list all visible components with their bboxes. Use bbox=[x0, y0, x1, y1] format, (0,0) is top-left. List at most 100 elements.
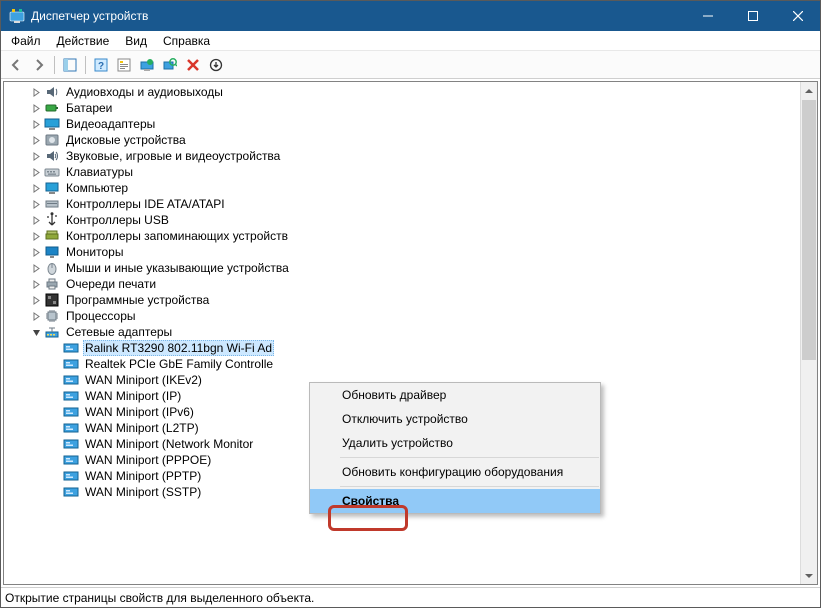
close-button[interactable] bbox=[775, 1, 820, 31]
adapter-icon bbox=[63, 404, 79, 420]
adapter-icon bbox=[63, 420, 79, 436]
tree-category-15[interactable]: Сетевые адаптеры bbox=[4, 324, 800, 340]
expander-collapsed-icon[interactable] bbox=[29, 132, 44, 148]
tree-item-label: Мыши и иные указывающие устройства bbox=[64, 261, 291, 275]
menu-action[interactable]: Действие bbox=[49, 32, 118, 50]
expander-collapsed-icon[interactable] bbox=[29, 148, 44, 164]
tree-category-6[interactable]: Компьютер bbox=[4, 180, 800, 196]
audio-icon bbox=[44, 84, 60, 100]
tree-category-10[interactable]: Мониторы bbox=[4, 244, 800, 260]
tree-category-7[interactable]: Контроллеры IDE ATA/ATAPI bbox=[4, 196, 800, 212]
expander-collapsed-icon[interactable] bbox=[29, 308, 44, 324]
menubar: Файл Действие Вид Справка bbox=[1, 31, 820, 51]
tree-category-4[interactable]: Звуковые, игровые и видеоустройства bbox=[4, 148, 800, 164]
context-menu-item-1[interactable]: Отключить устройство bbox=[310, 407, 600, 431]
toolbar-properties[interactable] bbox=[113, 54, 135, 76]
context-menu-label: Обновить конфигурацию оборудования bbox=[342, 465, 563, 479]
expander-collapsed-icon[interactable] bbox=[29, 84, 44, 100]
tree-category-8[interactable]: Контроллеры USB bbox=[4, 212, 800, 228]
toolbar-scan[interactable] bbox=[159, 54, 181, 76]
keyboard-icon bbox=[44, 164, 60, 180]
expander-none bbox=[48, 340, 63, 356]
adapter-icon bbox=[63, 372, 79, 388]
tree-category-9[interactable]: Контроллеры запоминающих устройств bbox=[4, 228, 800, 244]
monitor-icon bbox=[44, 244, 60, 260]
vertical-scrollbar[interactable] bbox=[800, 82, 817, 584]
software-icon bbox=[44, 292, 60, 308]
toolbar-enable[interactable] bbox=[205, 54, 227, 76]
expander-none bbox=[48, 468, 63, 484]
tree-category-11[interactable]: Мыши и иные указывающие устройства bbox=[4, 260, 800, 276]
context-menu-item-0[interactable]: Обновить драйвер bbox=[310, 383, 600, 407]
tree-item-label: WAN Miniport (L2TP) bbox=[83, 421, 201, 435]
expander-none bbox=[48, 356, 63, 372]
maximize-button[interactable] bbox=[730, 1, 775, 31]
expander-none bbox=[48, 452, 63, 468]
display-adapter-icon bbox=[44, 116, 60, 132]
context-menu-item-4[interactable]: Обновить конфигурацию оборудования bbox=[310, 460, 600, 484]
tree-category-12[interactable]: Очереди печати bbox=[4, 276, 800, 292]
tree-category-0[interactable]: Аудиовходы и аудиовыходы bbox=[4, 84, 800, 100]
expander-collapsed-icon[interactable] bbox=[29, 244, 44, 260]
expander-collapsed-icon[interactable] bbox=[29, 260, 44, 276]
context-menu-label: Обновить драйвер bbox=[342, 388, 446, 402]
minimize-button[interactable] bbox=[685, 1, 730, 31]
scroll-thumb[interactable] bbox=[802, 100, 816, 360]
toolbar-show-tree[interactable] bbox=[59, 54, 81, 76]
tree-item-label: Аудиовходы и аудиовыходы bbox=[64, 85, 225, 99]
tree-category-2[interactable]: Видеоадаптеры bbox=[4, 116, 800, 132]
expander-none bbox=[48, 436, 63, 452]
app-icon bbox=[9, 8, 25, 24]
tree-category-14[interactable]: Процессоры bbox=[4, 308, 800, 324]
menu-view[interactable]: Вид bbox=[117, 32, 155, 50]
expander-expanded-icon[interactable] bbox=[29, 324, 44, 340]
context-menu-separator bbox=[340, 486, 599, 487]
expander-none bbox=[48, 404, 63, 420]
context-menu-label: Отключить устройство bbox=[342, 412, 468, 426]
context-menu-item-2[interactable]: Удалить устройство bbox=[310, 431, 600, 455]
expander-none bbox=[48, 372, 63, 388]
tree-category-3[interactable]: Дисковые устройства bbox=[4, 132, 800, 148]
tree-item-label: Видеоадаптеры bbox=[64, 117, 157, 131]
expander-collapsed-icon[interactable] bbox=[29, 100, 44, 116]
tree-category-13[interactable]: Программные устройства bbox=[4, 292, 800, 308]
expander-collapsed-icon[interactable] bbox=[29, 276, 44, 292]
tree-category-1[interactable]: Батареи bbox=[4, 100, 800, 116]
tree-item-label: Realtek PCIe GbE Family Controlle bbox=[83, 357, 275, 371]
tree-item-label: Дисковые устройства bbox=[64, 133, 188, 147]
cpu-icon bbox=[44, 308, 60, 324]
adapter-icon bbox=[63, 340, 79, 356]
tree-item-label: WAN Miniport (PPPOE) bbox=[83, 453, 213, 467]
context-menu-item-6[interactable]: Свойства bbox=[310, 489, 600, 513]
expander-collapsed-icon[interactable] bbox=[29, 196, 44, 212]
toolbar-help[interactable]: ? bbox=[90, 54, 112, 76]
scroll-down-button[interactable] bbox=[801, 567, 817, 584]
toolbar-forward[interactable] bbox=[28, 54, 50, 76]
scroll-up-button[interactable] bbox=[801, 82, 817, 99]
toolbar-uninstall[interactable] bbox=[182, 54, 204, 76]
toolbar-update-driver[interactable] bbox=[136, 54, 158, 76]
mouse-icon bbox=[44, 260, 60, 276]
menu-file[interactable]: Файл bbox=[3, 32, 49, 50]
context-menu-label: Свойства bbox=[342, 494, 399, 508]
menu-help[interactable]: Справка bbox=[155, 32, 218, 50]
tree-category-5[interactable]: Клавиатуры bbox=[4, 164, 800, 180]
tree-item-label: Мониторы bbox=[64, 245, 125, 259]
tree-item-label: Контроллеры запоминающих устройств bbox=[64, 229, 290, 243]
network-icon bbox=[44, 324, 60, 340]
printer-icon bbox=[44, 276, 60, 292]
tree-device-0[interactable]: Ralink RT3290 802.11bgn Wi-Fi Ad bbox=[4, 340, 800, 356]
expander-collapsed-icon[interactable] bbox=[29, 180, 44, 196]
usb-icon bbox=[44, 212, 60, 228]
expander-collapsed-icon[interactable] bbox=[29, 212, 44, 228]
toolbar-back[interactable] bbox=[5, 54, 27, 76]
expander-collapsed-icon[interactable] bbox=[29, 164, 44, 180]
toolbar-sep bbox=[85, 56, 86, 74]
tree-item-label: WAN Miniport (PPTP) bbox=[83, 469, 203, 483]
expander-collapsed-icon[interactable] bbox=[29, 292, 44, 308]
tree-device-1[interactable]: Realtek PCIe GbE Family Controlle bbox=[4, 356, 800, 372]
expander-collapsed-icon[interactable] bbox=[29, 228, 44, 244]
context-menu-separator bbox=[340, 457, 599, 458]
expander-collapsed-icon[interactable] bbox=[29, 116, 44, 132]
adapter-icon bbox=[63, 468, 79, 484]
